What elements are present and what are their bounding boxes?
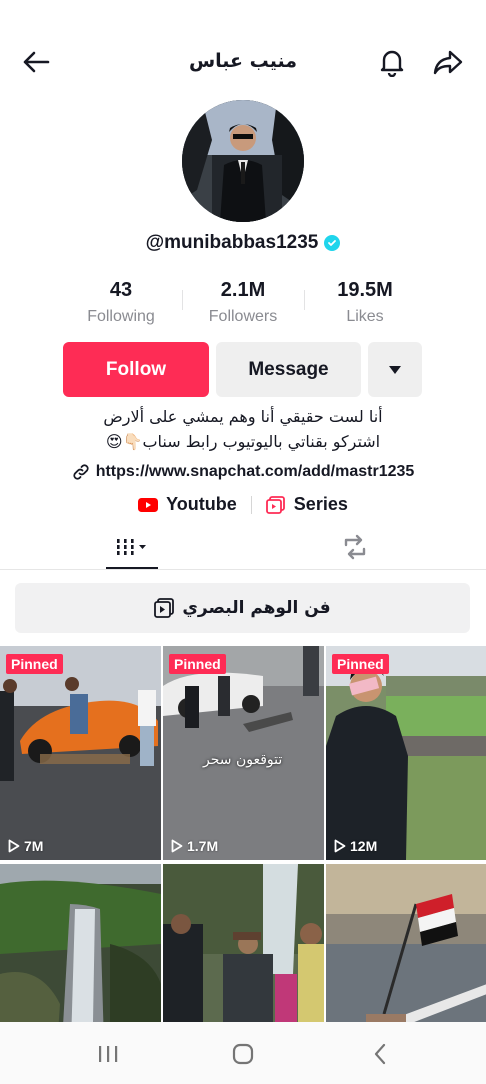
caret-down-icon — [389, 365, 401, 374]
active-tab-indicator — [106, 567, 158, 569]
recent-apps-button[interactable] — [94, 1040, 122, 1068]
share-icon — [433, 50, 463, 75]
share-button[interactable] — [430, 44, 466, 80]
home-icon — [232, 1043, 254, 1065]
bio-link-text: https://www.snapchat.com/add/mastr1235 — [95, 463, 415, 480]
series-icon — [265, 495, 285, 514]
content-tabs — [0, 524, 486, 570]
bio-line-2: اشتركو بقناتي باليوتيوب رابط سناب👇🏻😍 — [105, 432, 381, 451]
arrow-left-icon — [23, 51, 50, 73]
youtube-chip-label: Youtube — [166, 494, 237, 514]
link-icon — [73, 464, 89, 480]
playlist-button[interactable]: فن الوهم البصري — [15, 583, 470, 633]
chip-divider — [250, 495, 252, 514]
view-count: 7M — [8, 838, 43, 854]
chevron-left-icon — [374, 1043, 386, 1065]
pinned-badge: Pinned — [169, 654, 226, 674]
following-label: Following — [87, 308, 155, 325]
play-outline-icon — [334, 839, 346, 853]
message-button[interactable]: Message — [216, 342, 361, 397]
youtube-chip[interactable]: Youtube — [138, 494, 237, 515]
series-chip[interactable]: Series — [265, 494, 348, 515]
username-row: @munibabbas1235 — [0, 232, 486, 254]
video-tile[interactable]: Pinned 12M — [326, 646, 486, 860]
follow-button[interactable]: Follow — [63, 342, 209, 397]
followers-count: 2.1M — [220, 279, 266, 301]
avatar[interactable] — [182, 100, 304, 222]
stat-divider — [182, 290, 183, 310]
bio-link[interactable]: https://www.snapchat.com/add/mastr1235 — [0, 463, 486, 481]
username: @munibabbas1235 — [145, 232, 319, 253]
system-nav-bar — [0, 1022, 486, 1084]
more-options-button[interactable] — [368, 342, 422, 397]
video-caption: تتوقعون سحر — [203, 752, 283, 768]
bell-icon — [380, 50, 404, 77]
series-chip-label: Series — [293, 494, 348, 514]
home-button[interactable] — [229, 1040, 257, 1068]
playlist-label: فن الوهم البصري — [182, 598, 331, 618]
play-outline-icon — [8, 839, 20, 853]
repost-icon — [344, 534, 366, 560]
stat-followers[interactable]: 2.1M Followers — [182, 278, 304, 330]
notifications-button[interactable] — [374, 44, 410, 80]
youtube-icon — [138, 497, 159, 512]
stat-divider — [304, 290, 305, 310]
pinned-badge: Pinned — [332, 654, 389, 674]
view-count: 12M — [334, 838, 377, 854]
bio-line-1: أنا لست حقيقي أنا وهم يمشي على ألارض — [103, 407, 383, 426]
video-tile[interactable]: Pinned 7M — [0, 646, 161, 860]
profile-chips: Youtube Series — [0, 494, 486, 515]
following-count: 43 — [109, 279, 133, 301]
likes-label: Likes — [346, 308, 384, 325]
page-title: منيب عباس — [188, 50, 298, 72]
view-count: 1.7M — [171, 838, 218, 854]
likes-count: 19.5M — [337, 279, 393, 301]
followers-label: Followers — [208, 308, 278, 325]
stat-following[interactable]: 43 Following — [60, 278, 182, 330]
video-tile[interactable]: Pinned تتوقعون سحر 1.7M — [163, 646, 324, 860]
pinned-badge: Pinned — [6, 654, 63, 674]
grid-icon — [117, 539, 146, 555]
recent-apps-icon — [99, 1046, 118, 1062]
tab-reposts[interactable] — [330, 524, 380, 570]
back-button[interactable] — [18, 44, 54, 80]
tab-videos[interactable] — [106, 524, 158, 570]
stat-likes[interactable]: 19.5M Likes — [304, 278, 426, 330]
stats-row: 43 Following 2.1M Followers 19.5M Likes — [60, 278, 426, 330]
play-outline-icon — [171, 839, 183, 853]
verified-badge-icon — [324, 235, 341, 251]
system-back-button[interactable] — [366, 1040, 394, 1068]
playlist-icon — [154, 598, 175, 618]
